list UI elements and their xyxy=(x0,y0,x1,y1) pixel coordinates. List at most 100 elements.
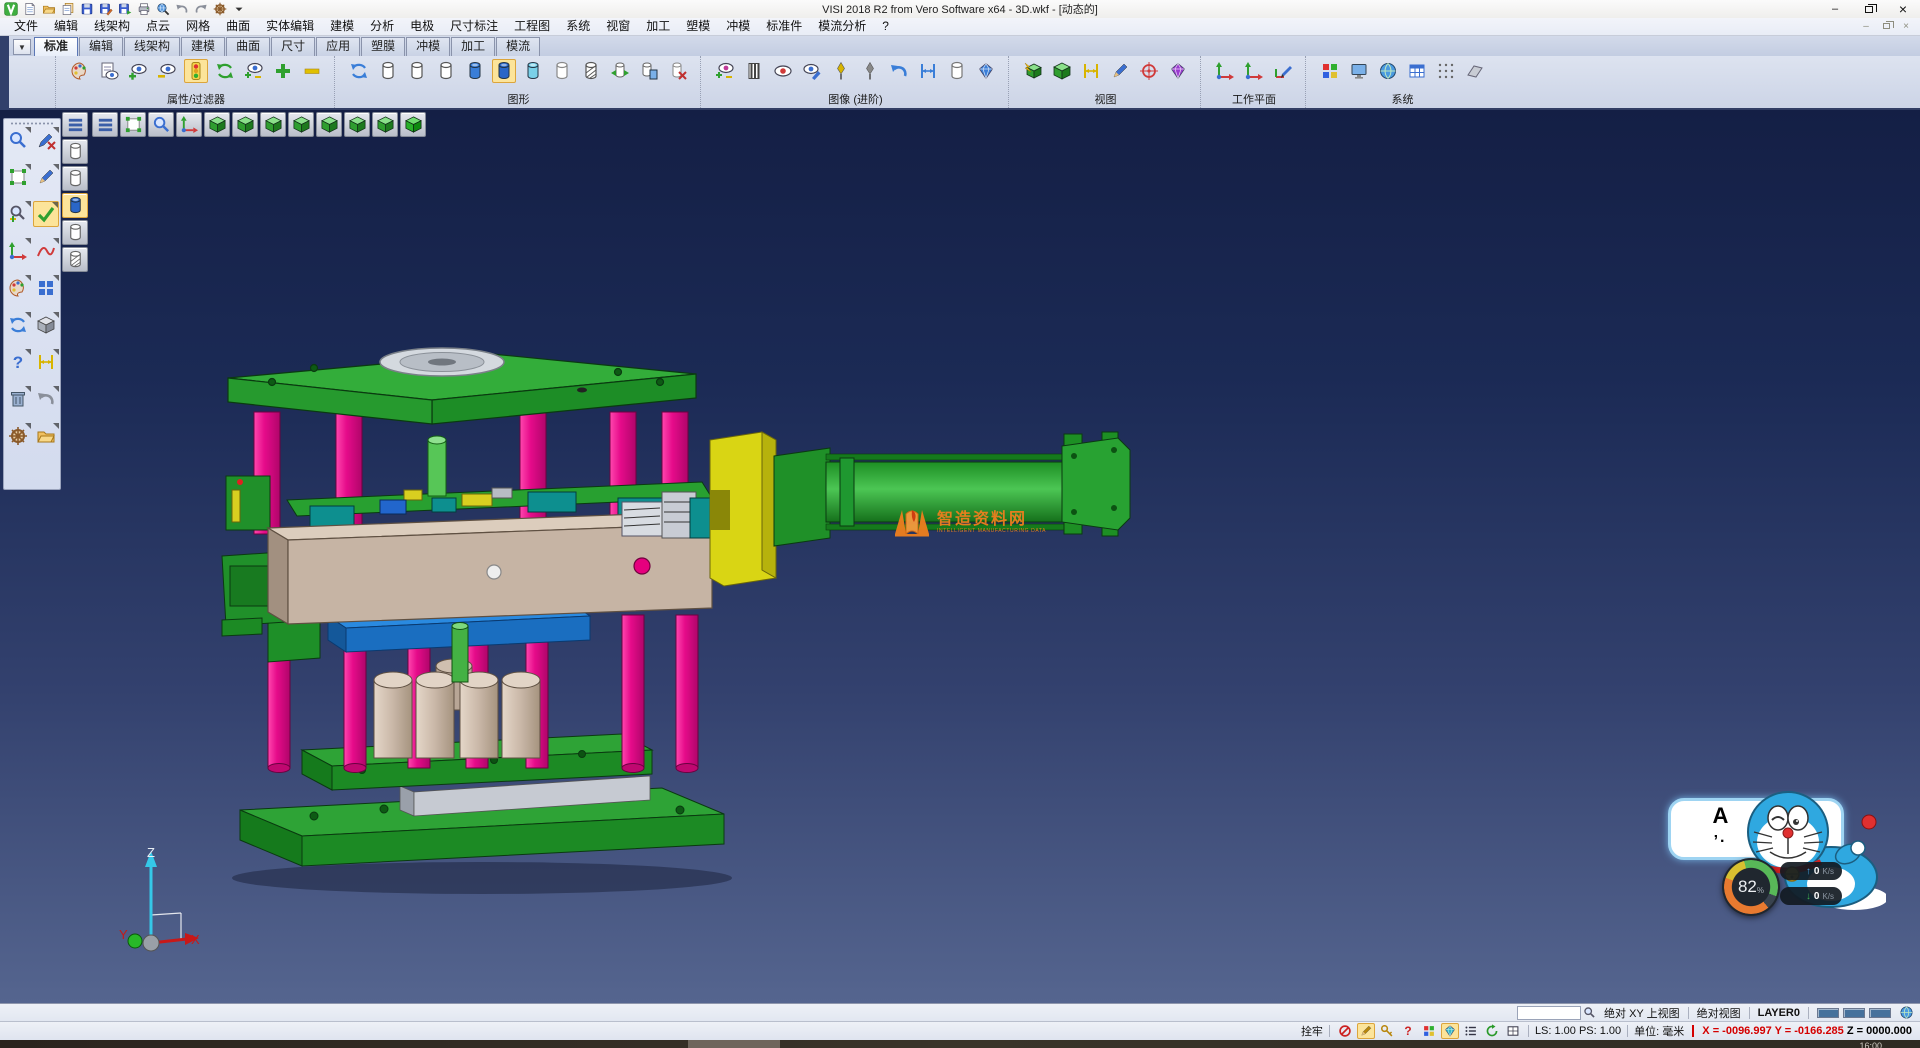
save-file[interactable] xyxy=(79,2,95,17)
view-measure[interactable] xyxy=(1079,59,1103,83)
toolbar-tab-3[interactable]: 建模 xyxy=(181,37,225,56)
active-layer-label[interactable]: LAYER0 xyxy=(1758,1007,1800,1019)
edit-image[interactable] xyxy=(800,59,824,83)
show-hide-toggle[interactable] xyxy=(242,59,266,83)
color-swatch-2[interactable] xyxy=(1869,1008,1891,1018)
toolbar-tab-9[interactable]: 加工 xyxy=(451,37,495,56)
status-help[interactable] xyxy=(1399,1023,1417,1039)
toolbar-tab-8[interactable]: 冲模 xyxy=(406,37,450,56)
toolbar-tab-5[interactable]: 尺寸 xyxy=(271,37,315,56)
dynamic-shade[interactable] xyxy=(608,59,632,83)
menu-item-15[interactable]: 塑模 xyxy=(678,18,718,35)
menu-item-5[interactable]: 曲面 xyxy=(218,18,258,35)
filter-remove[interactable] xyxy=(300,59,324,83)
zoom-extents[interactable] xyxy=(5,164,31,190)
regenerate[interactable] xyxy=(213,59,237,83)
grid-status[interactable] xyxy=(1504,1023,1522,1039)
gem-status[interactable] xyxy=(1441,1023,1459,1039)
hatched-view[interactable] xyxy=(579,59,603,83)
view-gem[interactable] xyxy=(1166,59,1190,83)
arrow-tool[interactable] xyxy=(887,59,911,83)
view-target[interactable] xyxy=(1137,59,1161,83)
advanced-glasses[interactable] xyxy=(713,59,737,83)
wireframe-view[interactable] xyxy=(376,59,400,83)
toolbar-tab-0[interactable]: 标准 xyxy=(34,37,78,56)
ime-mode-letter[interactable]: A xyxy=(1713,806,1729,826)
dashed-hidden-view[interactable] xyxy=(434,59,458,83)
color-settings[interactable] xyxy=(1318,59,1342,83)
dynamic-view[interactable] xyxy=(1021,59,1045,83)
system-wheel[interactable] xyxy=(5,423,31,449)
zoom-window[interactable] xyxy=(5,127,31,153)
filter-traffic-light[interactable] xyxy=(184,59,208,83)
menu-item-13[interactable]: 视窗 xyxy=(598,18,638,35)
color-swatch-1[interactable] xyxy=(1843,1008,1865,1018)
clamp-tool[interactable] xyxy=(916,59,940,83)
list-status[interactable] xyxy=(1462,1023,1480,1039)
qat-dropdown[interactable] xyxy=(231,2,247,17)
attributes-by-entity[interactable] xyxy=(97,59,121,83)
menu-item-16[interactable]: 冲模 xyxy=(718,18,758,35)
hide-entities[interactable] xyxy=(155,59,179,83)
view-snapshot[interactable] xyxy=(1050,59,1074,83)
no-snap[interactable] xyxy=(1336,1023,1354,1039)
security-tool[interactable] xyxy=(212,2,228,17)
cpu-usage-gauge-widget[interactable]: 82% xyxy=(1722,858,1780,916)
print-preview[interactable] xyxy=(155,2,171,17)
save-as[interactable] xyxy=(98,2,114,17)
mdi-minimize-button[interactable]: – xyxy=(1858,21,1874,32)
net-upload-widget[interactable]: ↑ 0 K/s xyxy=(1780,862,1842,880)
open-file[interactable] xyxy=(41,2,57,17)
workplane-edit[interactable] xyxy=(1271,59,1295,83)
refresh-graphics[interactable] xyxy=(347,59,371,83)
shaded-edges-view[interactable] xyxy=(492,59,516,83)
dynamic-rotate[interactable] xyxy=(5,238,31,264)
app-logo[interactable] xyxy=(3,2,19,17)
pin-remove[interactable] xyxy=(858,59,882,83)
tab-dropdown-button[interactable]: ▼ xyxy=(13,39,31,55)
search-icon[interactable] xyxy=(1583,1006,1596,1019)
menu-item-6[interactable]: 实体编辑 xyxy=(258,18,322,35)
sketch-curve[interactable] xyxy=(33,238,59,264)
confirm-check[interactable] xyxy=(33,201,59,227)
shade-document[interactable] xyxy=(637,59,661,83)
shade-cube[interactable] xyxy=(33,312,59,338)
redo[interactable] xyxy=(193,2,209,17)
snap-grid[interactable] xyxy=(1434,59,1458,83)
workplane-align[interactable] xyxy=(1242,59,1266,83)
menu-item-2[interactable]: 线架构 xyxy=(86,18,138,35)
save-all[interactable] xyxy=(117,2,133,17)
menu-item-19[interactable]: ? xyxy=(874,18,897,35)
filter-add[interactable] xyxy=(271,59,295,83)
render-drop[interactable] xyxy=(974,59,998,83)
menu-item-0[interactable]: 文件 xyxy=(6,18,46,35)
view-sketch[interactable] xyxy=(1108,59,1132,83)
plane-display[interactable] xyxy=(1463,59,1487,83)
zoom-in-out[interactable] xyxy=(5,201,31,227)
menu-item-4[interactable]: 网格 xyxy=(178,18,218,35)
table-settings[interactable] xyxy=(1405,59,1429,83)
key-lock[interactable] xyxy=(1378,1023,1396,1039)
edit-pencil[interactable] xyxy=(1357,1023,1375,1039)
show-entities[interactable] xyxy=(126,59,150,83)
mdi-close-button[interactable]: × xyxy=(1898,21,1914,32)
delete-entity[interactable] xyxy=(33,127,59,153)
print[interactable] xyxy=(136,2,152,17)
toolbar-tab-4[interactable]: 曲面 xyxy=(226,37,270,56)
toolbar-tab-10[interactable]: 模流 xyxy=(496,37,540,56)
layer-manager[interactable] xyxy=(5,275,31,301)
world-settings[interactable] xyxy=(1376,59,1400,83)
menu-item-18[interactable]: 模流分析 xyxy=(810,18,874,35)
delete-trash[interactable] xyxy=(5,386,31,412)
undo-action[interactable] xyxy=(33,386,59,412)
transparent-view[interactable] xyxy=(521,59,545,83)
menu-item-7[interactable]: 建模 xyxy=(322,18,362,35)
help[interactable] xyxy=(5,349,31,375)
close-button[interactable]: × xyxy=(1886,1,1920,17)
menu-item-11[interactable]: 工程图 xyxy=(506,18,558,35)
toolbar-tab-2[interactable]: 线架构 xyxy=(124,37,180,56)
ime-punctuation[interactable]: ’· xyxy=(1714,833,1728,851)
workplane-dynamic[interactable] xyxy=(1213,59,1237,83)
modify-attributes[interactable] xyxy=(68,59,92,83)
net-download-widget[interactable]: ↓ 0 K/s xyxy=(1780,887,1842,905)
